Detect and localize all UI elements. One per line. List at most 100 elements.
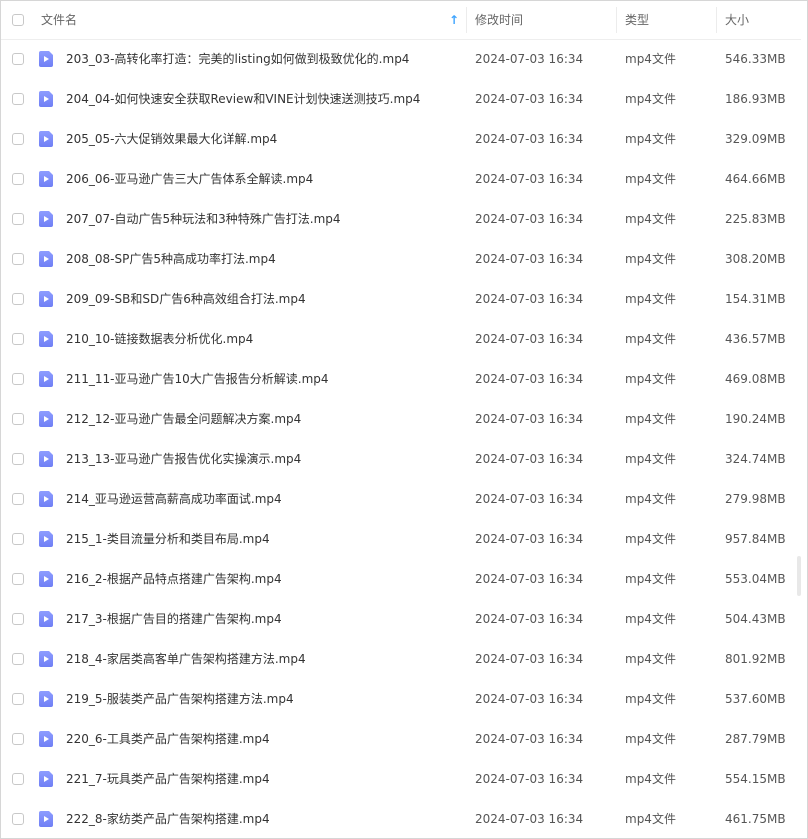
- file-name[interactable]: 220_6-工具类产品广告架构搭建.mp4: [66, 719, 270, 759]
- play-icon: [44, 296, 49, 302]
- file-size: 324.74MB: [725, 452, 786, 466]
- file-modified-time: 2024-07-03 16:34: [475, 252, 584, 266]
- column-divider[interactable]: [716, 7, 717, 33]
- row-checkbox[interactable]: [12, 573, 24, 585]
- file-row[interactable]: 209_09-SB和SD广告6种高效组合打法.mp4 2024-07-03 16:…: [1, 279, 801, 319]
- play-icon: [44, 96, 49, 102]
- select-all-checkbox[interactable]: [12, 14, 24, 26]
- file-row[interactable]: 207_07-自动广告5种玩法和3种特殊广告打法.mp4 2024-07-03 1…: [1, 199, 801, 239]
- file-row[interactable]: 208_08-SP广告5种高成功率打法.mp4 2024-07-03 16:34 m…: [1, 239, 801, 279]
- file-name[interactable]: 216_2-根据产品特点搭建广告架构.mp4: [66, 559, 282, 599]
- file-row[interactable]: 210_10-链接数据表分析优化.mp4 2024-07-03 16:34 mp4文…: [1, 319, 801, 359]
- file-modified-time: 2024-07-03 16:34: [475, 572, 584, 586]
- file-modified-time: 2024-07-03 16:34: [475, 652, 584, 666]
- row-checkbox[interactable]: [12, 373, 24, 385]
- video-file-icon: [39, 771, 53, 787]
- row-checkbox[interactable]: [12, 493, 24, 505]
- file-row[interactable]: 204_04-如何快速安全获取Review和VINE计划快速送测技巧.mp4 20…: [1, 79, 801, 119]
- row-checkbox[interactable]: [12, 133, 24, 145]
- video-file-icon: [39, 91, 53, 107]
- column-header-name[interactable]: 文件名: [41, 1, 77, 39]
- file-name[interactable]: 204_04-如何快速安全获取Review和VINE计划快速送测技巧.mp4: [66, 79, 420, 119]
- row-checkbox[interactable]: [12, 693, 24, 705]
- file-modified-time: 2024-07-03 16:34: [475, 772, 584, 786]
- row-checkbox[interactable]: [12, 453, 24, 465]
- file-row[interactable]: 221_7-玩具类产品广告架构搭建.mp4 2024-07-03 16:34 mp4…: [1, 759, 801, 799]
- file-row[interactable]: 216_2-根据产品特点搭建广告架构.mp4 2024-07-03 16:34 mp…: [1, 559, 801, 599]
- file-name[interactable]: 213_13-亚马逊广告报告优化实操演示.mp4: [66, 439, 301, 479]
- file-name[interactable]: 209_09-SB和SD广告6种高效组合打法.mp4: [66, 279, 306, 319]
- video-file-icon: [39, 331, 53, 347]
- play-icon: [44, 536, 49, 542]
- file-row[interactable]: 217_3-根据广告目的搭建广告架构.mp4 2024-07-03 16:34 mp…: [1, 599, 801, 639]
- sort-ascending-icon[interactable]: ↑: [449, 1, 459, 39]
- file-name[interactable]: 211_11-亚马逊广告10大广告报告分析解读.mp4: [66, 359, 329, 399]
- file-row[interactable]: 222_8-家纺类产品广告架构搭建.mp4 2024-07-03 16:34 mp4…: [1, 799, 801, 838]
- row-checkbox[interactable]: [12, 613, 24, 625]
- row-checkbox[interactable]: [12, 93, 24, 105]
- file-row[interactable]: 212_12-亚马逊广告最全问题解决方案.mp4 2024-07-03 16:34…: [1, 399, 801, 439]
- file-modified-time: 2024-07-03 16:34: [475, 372, 584, 386]
- file-type: mp4文件: [625, 612, 676, 626]
- file-row[interactable]: 211_11-亚马逊广告10大广告报告分析解读.mp4 2024-07-03 16…: [1, 359, 801, 399]
- video-file-icon: [39, 691, 53, 707]
- video-file-icon: [39, 291, 53, 307]
- row-checkbox[interactable]: [12, 653, 24, 665]
- video-file-icon: [39, 811, 53, 827]
- play-icon: [44, 376, 49, 382]
- row-checkbox[interactable]: [12, 533, 24, 545]
- file-size: 553.04MB: [725, 572, 786, 586]
- file-row[interactable]: 203_03-高转化率打造：完美的listing如何做到极致优化的.mp4 202…: [1, 39, 801, 79]
- file-type: mp4文件: [625, 652, 676, 666]
- column-divider[interactable]: [616, 7, 617, 33]
- row-checkbox[interactable]: [12, 293, 24, 305]
- column-header-size[interactable]: 大小: [725, 1, 749, 39]
- file-row[interactable]: 214_亚马逊运营高薪高成功率面试.mp4 2024-07-03 16:34 mp4…: [1, 479, 801, 519]
- file-row[interactable]: 213_13-亚马逊广告报告优化实操演示.mp4 2024-07-03 16:34…: [1, 439, 801, 479]
- file-name[interactable]: 218_4-家居类高客单广告架构搭建方法.mp4: [66, 639, 306, 679]
- file-name[interactable]: 208_08-SP广告5种高成功率打法.mp4: [66, 239, 276, 279]
- file-name[interactable]: 206_06-亚马逊广告三大广告体系全解读.mp4: [66, 159, 313, 199]
- row-checkbox[interactable]: [12, 773, 24, 785]
- row-checkbox[interactable]: [12, 333, 24, 345]
- file-name[interactable]: 221_7-玩具类产品广告架构搭建.mp4: [66, 759, 270, 799]
- file-name[interactable]: 205_05-六大促销效果最大化详解.mp4: [66, 119, 277, 159]
- file-type: mp4文件: [625, 812, 676, 826]
- column-header-type[interactable]: 类型: [625, 1, 649, 39]
- file-modified-time: 2024-07-03 16:34: [475, 172, 584, 186]
- file-type: mp4文件: [625, 372, 676, 386]
- row-checkbox[interactable]: [12, 173, 24, 185]
- file-row[interactable]: 220_6-工具类产品广告架构搭建.mp4 2024-07-03 16:34 mp4…: [1, 719, 801, 759]
- file-name[interactable]: 214_亚马逊运营高薪高成功率面试.mp4: [66, 479, 282, 519]
- file-name[interactable]: 217_3-根据广告目的搭建广告架构.mp4: [66, 599, 282, 639]
- file-modified-time: 2024-07-03 16:34: [475, 532, 584, 546]
- file-size: 504.43MB: [725, 612, 786, 626]
- column-header-modified[interactable]: 修改时间: [475, 1, 523, 39]
- file-modified-time: 2024-07-03 16:34: [475, 492, 584, 506]
- column-divider[interactable]: [466, 7, 467, 33]
- file-row[interactable]: 206_06-亚马逊广告三大广告体系全解读.mp4 2024-07-03 16:3…: [1, 159, 801, 199]
- file-list-header: 文件名 ↑ 修改时间 类型 大小: [1, 1, 801, 40]
- row-checkbox[interactable]: [12, 733, 24, 745]
- row-checkbox[interactable]: [12, 413, 24, 425]
- file-name[interactable]: 215_1-类目流量分析和类目布局.mp4: [66, 519, 270, 559]
- video-file-icon: [39, 611, 53, 627]
- file-name[interactable]: 207_07-自动广告5种玩法和3种特殊广告打法.mp4: [66, 199, 341, 239]
- file-name[interactable]: 219_5-服装类产品广告架构搭建方法.mp4: [66, 679, 294, 719]
- file-size: 190.24MB: [725, 412, 786, 426]
- file-name[interactable]: 210_10-链接数据表分析优化.mp4: [66, 319, 253, 359]
- file-modified-time: 2024-07-03 16:34: [475, 132, 584, 146]
- file-row[interactable]: 215_1-类目流量分析和类目布局.mp4 2024-07-03 16:34 mp4…: [1, 519, 801, 559]
- row-checkbox[interactable]: [12, 253, 24, 265]
- file-row[interactable]: 218_4-家居类高客单广告架构搭建方法.mp4 2024-07-03 16:34…: [1, 639, 801, 679]
- row-checkbox[interactable]: [12, 53, 24, 65]
- file-name[interactable]: 203_03-高转化率打造：完美的listing如何做到极致优化的.mp4: [66, 39, 409, 79]
- file-name[interactable]: 212_12-亚马逊广告最全问题解决方案.mp4: [66, 399, 301, 439]
- file-row[interactable]: 205_05-六大促销效果最大化详解.mp4 2024-07-03 16:34 mp…: [1, 119, 801, 159]
- file-row[interactable]: 219_5-服装类产品广告架构搭建方法.mp4 2024-07-03 16:34 m…: [1, 679, 801, 719]
- row-checkbox[interactable]: [12, 813, 24, 825]
- row-checkbox[interactable]: [12, 213, 24, 225]
- file-modified-time: 2024-07-03 16:34: [475, 332, 584, 346]
- file-name[interactable]: 222_8-家纺类产品广告架构搭建.mp4: [66, 799, 270, 838]
- scrollbar-thumb[interactable]: [797, 556, 801, 596]
